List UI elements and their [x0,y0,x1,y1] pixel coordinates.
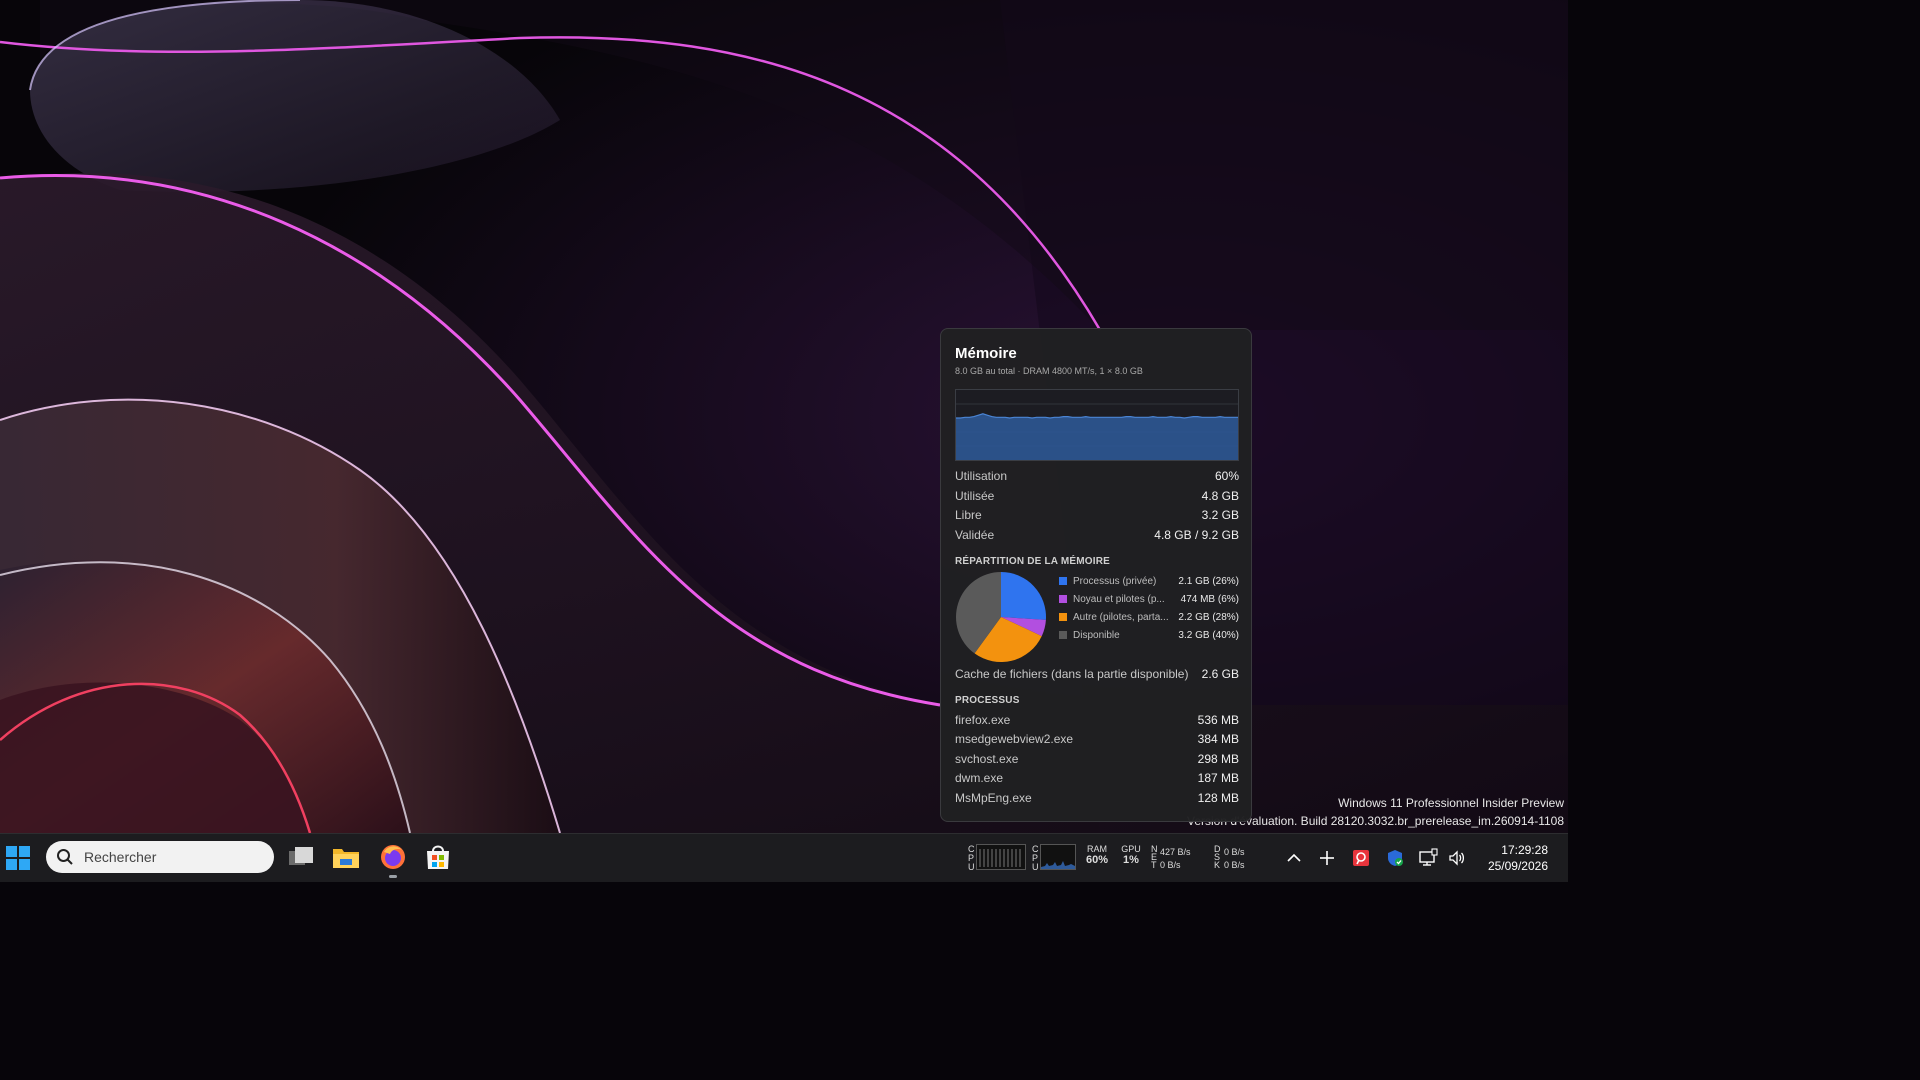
memory-flyout: Mémoire 8.0 GB au total · DRAM 4800 MT/s… [940,328,1252,822]
search-icon [57,849,73,865]
desktop-wallpaper [0,0,1568,833]
process-memory: 384 MB [1197,732,1239,746]
usage-area [956,413,1238,460]
processes-title: PROCESSUS [955,695,1020,706]
net-label: N E T [1151,844,1158,870]
legend-row-kernel: Noyau et pilotes (p... 474 MB (6%) [1059,591,1239,607]
stat-value: 60% [1214,469,1239,483]
legend-value: 3.2 GB (40%) [1178,629,1239,641]
stat-row-used: Utilisée 4.8 GB [955,489,1239,507]
net-up-value: 0 B/s [1160,860,1181,870]
taskbar-search[interactable]: Rechercher [46,841,274,873]
process-row: msedgewebview2.exe 384 MB [955,732,1239,750]
gpu-widget[interactable]: GPU 1% [1120,844,1142,866]
ram-value: 60% [1086,854,1109,866]
breakdown-title: RÉPARTITION DE LA MÉMOIRE [955,556,1110,567]
memory-usage-graph [955,389,1239,461]
taskbar-clock[interactable]: 17:29:28 25/09/2026 [1488,842,1548,874]
file-cache-value: 2.6 GB [1201,667,1239,681]
stat-row-committed: Validée 4.8 GB / 9.2 GB [955,528,1239,546]
cpu-history-sparkline [1041,861,1075,869]
process-row: dwm.exe 187 MB [955,771,1239,789]
chevron-up-icon[interactable] [1284,848,1304,868]
app-tray-icon[interactable] [1351,848,1371,868]
stat-value: 3.2 GB [1201,508,1239,522]
file-cache-label: Cache de fichiers (dans la partie dispon… [955,667,1189,681]
stat-label: Utilisation [955,469,1008,483]
legend-row-available: Disponible 3.2 GB (40%) [1059,627,1239,643]
file-explorer-icon[interactable] [331,842,361,872]
net-widget[interactable]: 427 B/s 0 B/s [1160,846,1191,872]
disk-label: D S K [1214,844,1221,870]
legend-label: Autre (pilotes, parta... [1073,611,1169,623]
cpu-bars [979,849,1021,867]
file-cache-row: Cache de fichiers (dans la partie dispon… [955,667,1239,685]
cpu-history-graph[interactable] [1040,844,1076,870]
cpu-history-label: C P U [1032,844,1039,872]
disk-write-value: 0 B/s [1224,860,1245,870]
legend-label: Noyau et pilotes (p... [1073,593,1165,605]
process-memory: 128 MB [1197,791,1239,805]
task-view-icon[interactable] [286,842,316,872]
stat-row-usage: Utilisation 60% [955,469,1239,487]
legend-swatch [1059,631,1067,639]
legend-swatch [1059,577,1067,585]
pie-slice [1001,572,1046,620]
legend-swatch [1059,613,1067,621]
plus-icon[interactable] [1317,848,1337,868]
microsoft-store-icon[interactable] [423,842,453,872]
process-row: firefox.exe 536 MB [955,713,1239,731]
process-name: dwm.exe [955,771,1004,785]
usage-graph-svg [956,403,1238,460]
process-memory: 298 MB [1197,752,1239,766]
gpu-value: 1% [1123,854,1139,866]
legend-value: 2.1 GB (26%) [1178,575,1239,587]
memory-breakdown-pie [955,572,1046,663]
stat-label: Utilisée [955,489,995,503]
stat-value: 4.8 GB / 9.2 GB [1154,528,1239,542]
stat-row-free: Libre 3.2 GB [955,508,1239,526]
legend-row-other: Autre (pilotes, parta... 2.2 GB (28%) [1059,609,1239,625]
net-down-value: 427 B/s [1160,847,1191,857]
ram-label: RAM [1087,844,1107,854]
active-app-indicator [389,875,397,878]
legend-swatch [1059,595,1067,603]
legend-row-processes: Processus (privée) 2.1 GB (26%) [1059,573,1239,589]
process-name: msedgewebview2.exe [955,732,1074,746]
flyout-subtitle: 8.0 GB au total · DRAM 4800 MT/s, 1 × 8.… [955,366,1143,376]
clock-time: 17:29:28 [1501,843,1548,857]
disk-widget[interactable]: 0 B/s 0 B/s [1224,846,1245,872]
legend-label: Disponible [1073,629,1120,641]
gpu-label: GPU [1121,844,1141,854]
legend-value: 2.2 GB (28%) [1178,611,1239,623]
process-row: svchost.exe 298 MB [955,752,1239,770]
cpu-label: C P U [968,844,975,872]
process-name: svchost.exe [955,752,1019,766]
legend-label: Processus (privée) [1073,575,1157,587]
disk-read-value: 0 B/s [1224,847,1245,857]
firefox-icon[interactable] [378,842,408,872]
taskbar: Rechercher C P U C P U RAM 60% GPU 1% N … [0,833,1568,882]
stat-value: 4.8 GB [1201,489,1239,503]
network-icon[interactable] [1418,848,1438,868]
security-shield-icon[interactable] [1385,848,1405,868]
legend-value: 474 MB (6%) [1180,593,1239,605]
windows-start-icon[interactable] [5,845,31,871]
search-placeholder: Rechercher [84,849,157,865]
flyout-title: Mémoire [955,345,1017,362]
ram-widget[interactable]: RAM 60% [1086,844,1108,866]
process-memory: 536 MB [1197,713,1239,727]
clock-date: 25/09/2026 [1487,859,1548,873]
volume-icon[interactable] [1447,848,1467,868]
process-name: firefox.exe [955,713,1011,727]
process-name: MsMpEng.exe [955,791,1032,805]
process-row: MsMpEng.exe 128 MB [955,791,1239,809]
process-memory: 187 MB [1197,771,1239,785]
stat-label: Libre [955,508,982,522]
cpu-cores-graph[interactable] [976,844,1026,870]
stat-label: Validée [955,528,995,542]
